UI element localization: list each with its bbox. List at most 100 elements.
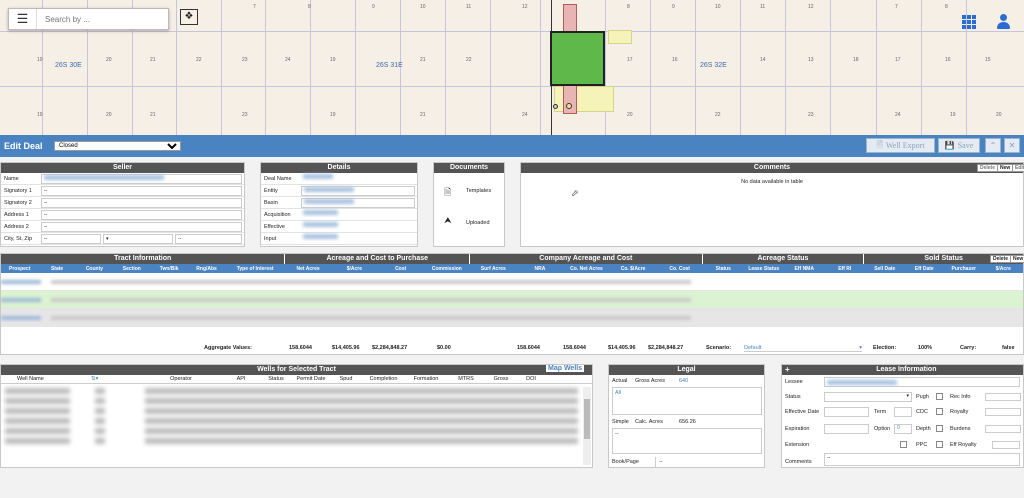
selected-tract[interactable] xyxy=(550,31,605,86)
col-per-acre[interactable]: $/Acre xyxy=(331,266,377,272)
term-field[interactable] xyxy=(894,407,912,417)
simple-legal-field[interactable]: -- xyxy=(612,428,762,454)
col-permit-date[interactable]: Permit Date xyxy=(291,376,331,382)
section-number: 23 xyxy=(242,57,248,63)
add-lease-icon[interactable]: + xyxy=(785,365,790,375)
col-operator[interactable]: Operator xyxy=(141,376,221,382)
signatory2-field[interactable]: -- xyxy=(41,197,242,208)
col-well-name[interactable]: Well Name xyxy=(1,376,71,382)
deal-status-select[interactable]: Closed xyxy=(54,141,181,151)
table-row[interactable] xyxy=(1,309,1023,327)
well-export-button[interactable]: 🗎 Well Export xyxy=(866,138,935,153)
uploaded-link[interactable]: Uploaded xyxy=(466,220,490,226)
rec-info-field[interactable] xyxy=(985,393,1021,401)
col-gross[interactable]: Gross xyxy=(486,376,516,382)
col-eff-ri[interactable]: Eff RI xyxy=(825,266,866,272)
eff-royalty-field[interactable] xyxy=(992,441,1020,449)
acquisition-value[interactable] xyxy=(301,209,415,220)
col-purchaser[interactable]: Purchaser xyxy=(944,266,984,272)
entity-select[interactable] xyxy=(301,185,415,196)
scenario-select[interactable]: Default ▾ xyxy=(744,345,862,352)
search-input[interactable] xyxy=(37,14,157,24)
col-type-interest[interactable]: Type of Interest xyxy=(225,266,285,272)
ppc-checkbox[interactable] xyxy=(936,441,943,448)
sold-new-button[interactable]: New xyxy=(1010,255,1024,263)
section-number: 21 xyxy=(420,57,426,63)
comments-new-button[interactable]: New xyxy=(997,164,1014,172)
cdc-checkbox[interactable] xyxy=(936,408,943,415)
expiration-field[interactable] xyxy=(824,424,869,434)
comments-edit-button[interactable]: Edit xyxy=(1012,164,1024,172)
col-net-acres[interactable]: Net Acres xyxy=(285,266,331,272)
col-api[interactable]: API xyxy=(221,376,261,382)
col-lease-status[interactable]: Lease Status xyxy=(744,266,785,272)
depth-checkbox[interactable] xyxy=(936,425,943,432)
col-twn-blk[interactable]: Twn/Blk xyxy=(151,266,188,272)
input-value[interactable] xyxy=(301,233,415,244)
section-number: 19 xyxy=(37,112,43,118)
pugh-checkbox[interactable] xyxy=(936,393,943,400)
col-well-status[interactable]: Status xyxy=(261,376,291,382)
chevron-down-icon: ▾ xyxy=(859,345,862,351)
col-status[interactable]: Status xyxy=(703,266,744,272)
col-surf-acres[interactable]: Surf Acres xyxy=(470,266,517,272)
col-eff-nma[interactable]: Eff NMA xyxy=(784,266,825,272)
templates-link[interactable]: Templates xyxy=(466,188,491,194)
map-view[interactable]: 26S 30E 26S 31E 26S 32E 19 20 21 22 23 2… xyxy=(0,0,1024,135)
comments-delete-button[interactable]: Delete xyxy=(977,164,999,172)
col-co-cost[interactable]: Co. Cost xyxy=(656,266,703,272)
burdens-field[interactable] xyxy=(985,425,1021,433)
collapse-button[interactable]: ⌃ xyxy=(985,138,1001,153)
effective-value[interactable] xyxy=(301,221,415,232)
col-co-net-acres[interactable]: Co. Net Acres xyxy=(563,266,610,272)
actual-legal-field[interactable]: All xyxy=(612,387,762,415)
col-prospect[interactable]: Prospect xyxy=(1,266,38,272)
col-doi[interactable]: DOI xyxy=(516,376,546,382)
effective-date-field[interactable] xyxy=(824,407,869,417)
royalty-field[interactable] xyxy=(985,408,1021,416)
col-completion[interactable]: Completion xyxy=(361,376,406,382)
table-row[interactable] xyxy=(1,291,1023,309)
city-field[interactable]: -- xyxy=(41,233,101,244)
col-state[interactable]: State xyxy=(38,266,75,272)
col-sold-per-acre[interactable]: $/Acre xyxy=(984,266,1024,272)
col-commission[interactable]: Commission xyxy=(424,266,470,272)
col-formation[interactable]: Formation xyxy=(406,376,446,382)
save-button[interactable]: 💾 Save xyxy=(938,138,980,153)
apps-grid-icon[interactable] xyxy=(962,15,978,29)
col-eff-date[interactable]: Eff Date xyxy=(905,266,945,272)
user-icon[interactable] xyxy=(996,14,1010,30)
col-co-per-acre[interactable]: Co. $/Acre xyxy=(610,266,657,272)
zip-field[interactable]: -- xyxy=(175,233,242,244)
map-wells-button[interactable]: Map Wells xyxy=(546,365,585,372)
address2-field[interactable]: -- xyxy=(41,221,242,232)
lease-status-select[interactable]: ▾ xyxy=(824,392,912,402)
col-sell-date[interactable]: Sell Date xyxy=(865,266,905,272)
col-mtrs[interactable]: MTRS xyxy=(446,376,486,382)
basin-select[interactable] xyxy=(301,197,415,208)
map-layers-icon[interactable]: ❖ xyxy=(180,9,198,25)
col-rng-abs[interactable]: Rng/Abs xyxy=(188,266,225,272)
extension-checkbox[interactable] xyxy=(900,441,907,448)
gross-acres-value[interactable]: 640 xyxy=(679,378,688,384)
sort-icon[interactable]: ⇅▾ xyxy=(71,376,141,382)
deal-name-value[interactable] xyxy=(301,173,415,184)
hamburger-menu-icon[interactable]: ☰ xyxy=(9,9,37,29)
col-nra[interactable]: NRA xyxy=(517,266,564,272)
col-spud[interactable]: Spud xyxy=(331,376,361,382)
col-cost[interactable]: Cost xyxy=(378,266,424,272)
close-button[interactable]: ✕ xyxy=(1004,138,1020,153)
table-row[interactable] xyxy=(1,273,1023,291)
col-county[interactable]: County xyxy=(76,266,113,272)
lessee-field[interactable] xyxy=(824,377,1020,387)
col-section[interactable]: Section xyxy=(113,266,150,272)
state-select[interactable]: ▾ xyxy=(103,233,173,244)
address1-field[interactable]: -- xyxy=(41,209,242,220)
wells-scrollbar[interactable] xyxy=(583,387,591,465)
option-field[interactable]: 0 xyxy=(894,424,912,434)
sold-delete-button[interactable]: Delete xyxy=(990,255,1012,263)
lease-comments-field[interactable]: -- xyxy=(824,453,1020,466)
signatory1-field[interactable]: -- xyxy=(41,185,242,196)
name-field[interactable] xyxy=(41,173,242,184)
book-page-field[interactable]: -- xyxy=(655,457,761,467)
